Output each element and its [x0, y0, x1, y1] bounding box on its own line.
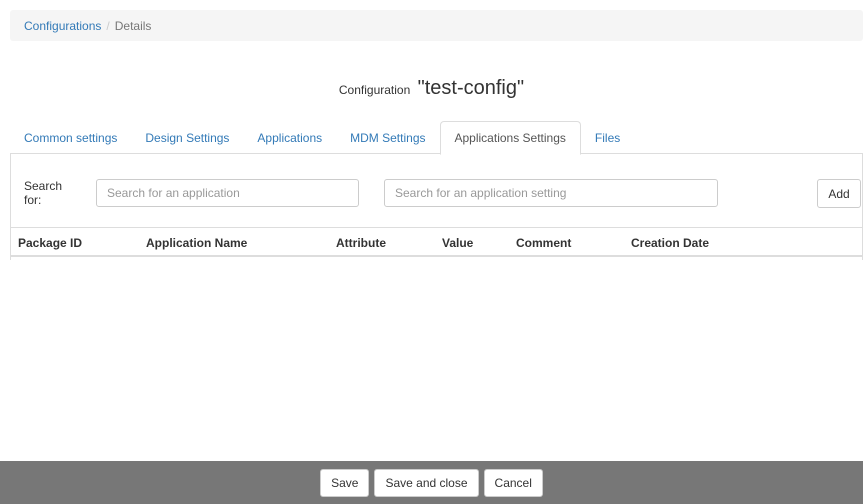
save-button[interactable]: Save: [320, 468, 370, 497]
breadcrumb-current: Details: [114, 18, 152, 33]
tab-common-settings[interactable]: Common settings: [10, 121, 131, 154]
column-header-creation-date[interactable]: Creation Date: [631, 236, 709, 250]
column-header-package-id[interactable]: Package ID: [18, 236, 82, 250]
page-title-name: "test-config": [417, 77, 525, 99]
tab-design-settings[interactable]: Design Settings: [131, 121, 243, 154]
column-header-value[interactable]: Value: [442, 236, 473, 250]
column-header-application-name[interactable]: Application Name: [146, 236, 247, 250]
breadcrumb: Configurations / Details: [10, 10, 863, 41]
table-header: Package ID Application Name Attribute Va…: [10, 227, 863, 257]
page-title-prefix: Configuration: [338, 83, 411, 97]
tab-mdm-settings[interactable]: MDM Settings: [336, 121, 439, 154]
tab-applications[interactable]: Applications: [243, 121, 336, 154]
search-label: Search for:: [24, 179, 63, 207]
breadcrumb-separator: /: [106, 18, 110, 33]
breadcrumb-link-configurations[interactable]: Configurations: [24, 19, 101, 33]
column-header-comment[interactable]: Comment: [516, 236, 571, 250]
tab-files[interactable]: Files: [581, 121, 634, 154]
application-search-input[interactable]: [96, 179, 359, 207]
cancel-button[interactable]: Cancel: [483, 468, 543, 497]
column-header-attribute[interactable]: Attribute: [336, 236, 386, 250]
setting-search-input[interactable]: [384, 179, 718, 207]
tab-applications-settings[interactable]: Applications Settings: [439, 121, 581, 155]
page-title: Configuration "test-config": [0, 77, 863, 100]
footer-bar: Save Save and close Cancel: [0, 461, 863, 504]
save-and-close-button[interactable]: Save and close: [374, 468, 479, 497]
tab-bar: Common settings Design Settings Applicat…: [10, 121, 863, 155]
add-button[interactable]: Add: [817, 179, 861, 208]
